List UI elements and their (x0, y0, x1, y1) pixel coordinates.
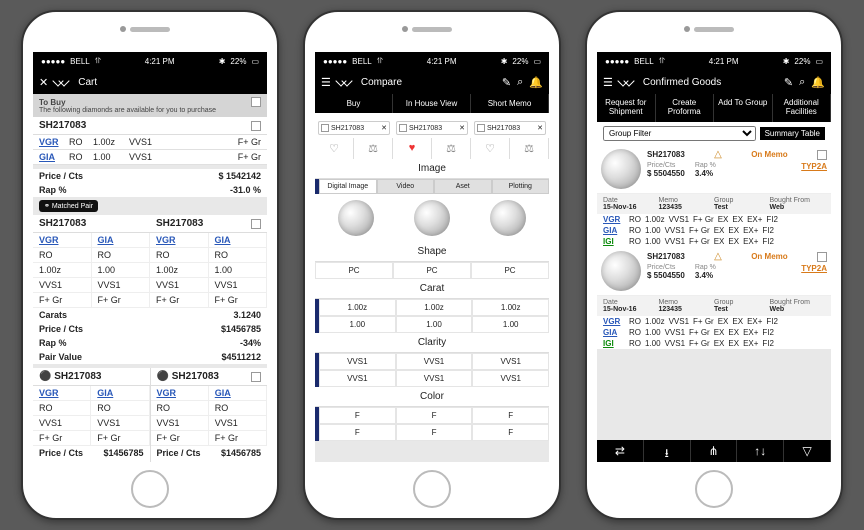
download-icon[interactable]: ⭳ (644, 440, 691, 462)
compare-tab-2[interactable]: SH217083✕ (396, 121, 468, 135)
select-all-checkbox[interactable] (251, 97, 261, 107)
edit-icon[interactable]: ✎ (502, 76, 511, 89)
item-checkbox[interactable] (251, 121, 261, 131)
section-image: Image (315, 159, 549, 179)
diamond-images (315, 194, 549, 242)
diamond-image[interactable] (601, 251, 641, 291)
warning-icon: △ (714, 251, 722, 262)
heart-icon-2[interactable]: ♥ (393, 138, 432, 159)
gavel-icon-3[interactable]: ⚖ (510, 138, 549, 159)
status-bar: ●●●●●BELL⥣ 4:21 PM ✱22%▭ (33, 52, 267, 70)
media-tab-aset[interactable]: Aset (434, 179, 492, 194)
gavel-icon-2[interactable]: ⚖ (432, 138, 471, 159)
bell-icon[interactable]: 🔔 (529, 76, 543, 89)
compare-tab-3[interactable]: SH217083✕ (474, 121, 546, 135)
media-tab-digital[interactable]: Digital Image (319, 179, 377, 194)
share-icon[interactable]: ⋔ (691, 440, 738, 462)
confirmed-item[interactable]: SH217083△On Memo Price/Cts$ 5504550 Rap … (597, 145, 831, 194)
price-row: Price / Cts$ 1542142 (33, 169, 267, 183)
page-title: Confirmed Goods (643, 77, 721, 88)
edit-icon[interactable]: ✎ (784, 76, 793, 89)
view-tabs: Buy In House View Short Memo (315, 94, 549, 113)
group-filter-select[interactable]: Group Filter (603, 126, 756, 141)
app-header: ☰ Confirmed Goods ✎ ⌕ 🔔 (597, 70, 831, 94)
menu-icon[interactable]: ☰ (321, 76, 331, 89)
pair-grade-table: VGRGIAVGRGIA RORORORO 1.00z1.001.00z1.00… (33, 233, 267, 308)
bottom-action-bar: ⇄ ⭳ ⋔ ↑↓ ▽ (597, 440, 831, 462)
pair-sku-a[interactable]: SH217083 (33, 215, 150, 233)
rap-row: Rap %-31.0 % (33, 183, 267, 197)
status-bar: ●●●●●BELL⥣ 4:21 PM ✱22%▭ (597, 52, 831, 70)
compare-sku-tabs: SH217083✕ SH217083✕ SH217083✕ (315, 118, 549, 138)
tab-inhouse[interactable]: In House View (393, 94, 471, 113)
search-icon[interactable]: ⌕ (799, 76, 805, 89)
half-sku-a[interactable]: ⚫ SH217083 (33, 368, 150, 386)
media-tab-video[interactable]: Video (377, 179, 435, 194)
heart-icon-3[interactable]: ♡ (471, 138, 510, 159)
tab-addgroup[interactable]: Add To Group (714, 94, 773, 122)
close-icon[interactable]: ✕ (39, 76, 48, 89)
section-color: Color (315, 387, 549, 407)
exchange-icon[interactable]: ⇄ (597, 440, 644, 462)
app-header: ✕ Cart (33, 70, 267, 94)
confirmed-item[interactable]: SH217083△On Memo Price/Cts$ 5504550 Rap … (597, 247, 831, 296)
bell-icon[interactable]: 🔔 (811, 76, 825, 89)
gavel-icon-1[interactable]: ⚖ (354, 138, 393, 159)
tab-facilities[interactable]: Additional Facilities (773, 94, 832, 122)
section-clarity: Clarity (315, 333, 549, 353)
media-tab-plotting[interactable]: Plotting (492, 179, 550, 194)
tab-proforma[interactable]: Create Proforma (656, 94, 715, 122)
diamond-image[interactable] (338, 200, 374, 236)
diamond-image[interactable] (490, 200, 526, 236)
filter-icon[interactable]: ▽ (784, 440, 831, 462)
action-tabs: Request for Shipment Create Proforma Add… (597, 94, 831, 122)
search-icon[interactable]: ⌕ (517, 76, 523, 89)
heart-icon-1[interactable]: ♡ (315, 138, 354, 159)
compare-tab-1[interactable]: SH217083✕ (318, 121, 390, 135)
tab-shipment[interactable]: Request for Shipment (597, 94, 656, 122)
grade-row-gia: GIA RO 1.00 VVS1 F+ Gr (33, 150, 267, 165)
logo-icon (619, 77, 637, 87)
tab-memo[interactable]: Short Memo (471, 94, 549, 113)
logo-icon (54, 77, 72, 87)
page-title: Cart (78, 77, 97, 88)
section-shape: Shape (315, 242, 549, 262)
matched-pair-badge: ⚭ Matched Pair (39, 200, 98, 212)
compare-action-icons: ♡⚖ ♥⚖ ♡⚖ (315, 138, 549, 159)
sort-icon[interactable]: ↑↓ (737, 440, 784, 462)
grade-row-vgr: VGR RO 1.00z VVS1 F+ Gr (33, 135, 267, 150)
sku-row[interactable]: SH217083 (33, 117, 267, 135)
summary-table-button[interactable]: Summary Table (760, 127, 825, 140)
item-checkbox[interactable] (817, 150, 827, 160)
diamond-image[interactable] (601, 149, 641, 189)
pair-sku-b[interactable]: SH217083 (150, 215, 267, 233)
to-buy-header: To Buy The following diamonds are availa… (33, 94, 267, 117)
menu-icon[interactable]: ☰ (603, 76, 613, 89)
app-header: ☰ Compare ✎ ⌕ 🔔 (315, 70, 549, 94)
section-carat: Carat (315, 279, 549, 299)
media-tabs: Digital Image Video Aset Plotting (315, 179, 549, 194)
diamond-image[interactable] (414, 200, 450, 236)
warning-icon: △ (714, 149, 722, 160)
page-title: Compare (361, 77, 402, 88)
tab-buy[interactable]: Buy (315, 94, 393, 113)
status-bar: ●●●●●BELL⥣ 4:21 PM ✱22%▭ (315, 52, 549, 70)
logo-icon (337, 77, 355, 87)
